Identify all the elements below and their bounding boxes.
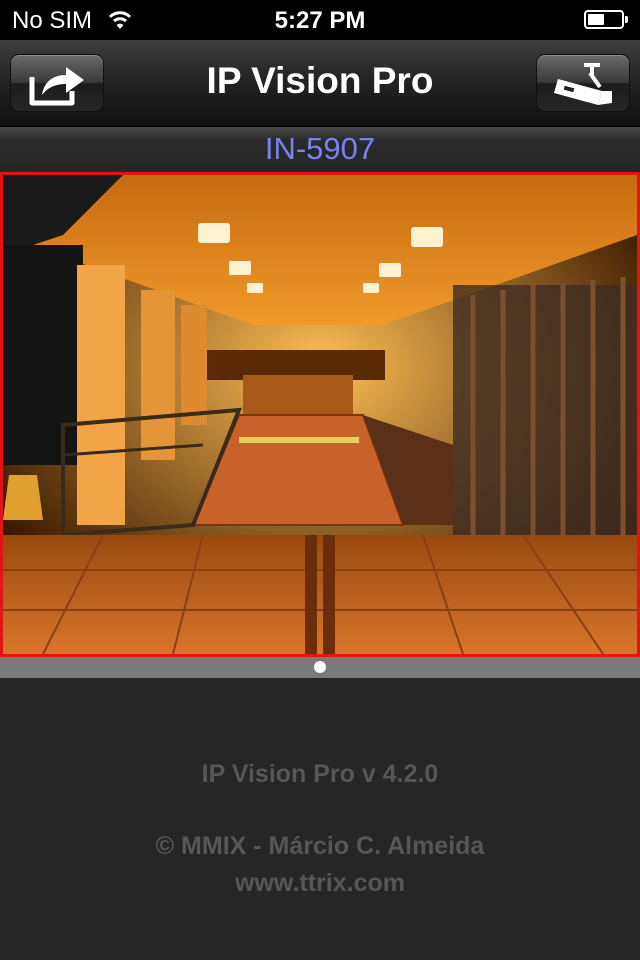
- cameras-button[interactable]: [536, 54, 630, 112]
- version-label: IP Vision Pro v 4.2.0: [201, 760, 439, 788]
- navigation-bar: IP Vision Pro: [0, 40, 640, 127]
- page-indicator[interactable]: [0, 657, 640, 678]
- status-bar: No SIM 5:27 PM: [0, 0, 640, 40]
- website-link[interactable]: www.ttrix.com: [0, 869, 640, 898]
- copyright-label: © MMIX - Márcio C. Almeida: [155, 832, 485, 860]
- camera-feed-view[interactable]: [0, 172, 640, 657]
- page-dot-active: [314, 661, 326, 673]
- battery-icon: [584, 10, 628, 29]
- camera-name: IN-5907: [264, 131, 376, 166]
- security-camera-icon: [554, 63, 612, 105]
- status-time: 5:27 PM: [274, 7, 366, 34]
- camera-feed-image: [3, 175, 637, 654]
- camera-header: IN-5907: [0, 127, 640, 171]
